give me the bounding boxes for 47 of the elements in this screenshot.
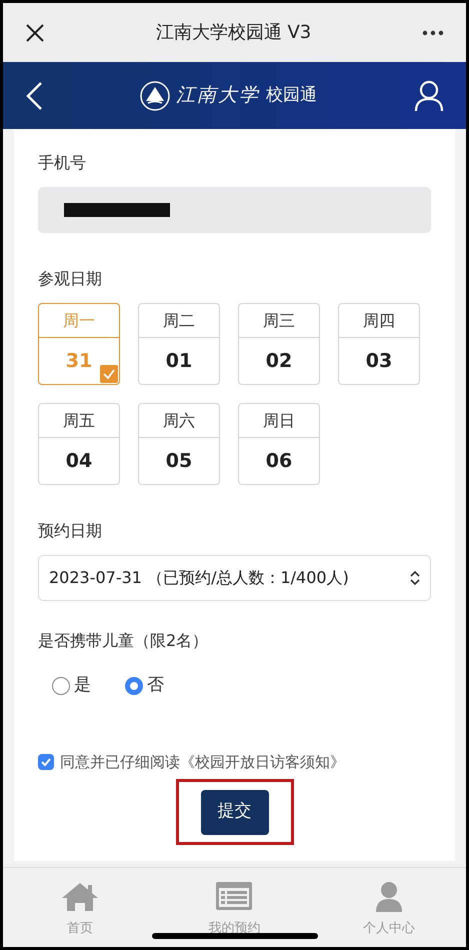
date-tile[interactable]: 周二 01: [138, 303, 220, 385]
weekday-label: 周四: [339, 304, 419, 338]
submit-button[interactable]: 提交: [200, 790, 268, 834]
checkbox[interactable]: [38, 754, 54, 770]
more-icon[interactable]: [422, 30, 444, 36]
list-icon: [214, 880, 254, 913]
weekday-label: 周五: [39, 404, 119, 438]
radio-button[interactable]: [52, 676, 70, 695]
check-badge-icon: [100, 365, 118, 383]
day-number: 03: [366, 348, 392, 374]
close-icon[interactable]: [25, 22, 45, 42]
radio-button[interactable]: [125, 676, 143, 695]
weekday-label: 周三: [239, 304, 319, 338]
date-tile[interactable]: 周六 05: [138, 403, 220, 485]
field-label: 参观日期: [38, 268, 103, 290]
weekday-label: 周一: [39, 304, 119, 338]
window-title: 江南大学校园通 V3: [154, 21, 312, 45]
date-select[interactable]: 2023-07-31 （已预约/总人数：1/400人): [38, 555, 431, 601]
radio-label: 否: [147, 674, 164, 697]
date-tile[interactable]: 周日 06: [238, 403, 320, 485]
weekday-label: 周日: [239, 404, 319, 438]
day-number: 05: [166, 448, 192, 474]
day-number: 04: [66, 448, 92, 474]
day-number: 01: [166, 348, 192, 374]
radio-label: 是: [74, 674, 91, 697]
day-number: 06: [266, 448, 292, 474]
phone-field[interactable]: [38, 187, 431, 233]
app-name: 校园通: [266, 84, 317, 107]
logo-text: 江南大学: [176, 83, 260, 108]
weekday-label: 周二: [139, 304, 219, 338]
field-label: 是否携带儿童（限2名）: [38, 630, 210, 652]
emblem-icon: [140, 80, 170, 110]
home-icon: [60, 880, 100, 913]
agreement-text: 同意并已仔细阅读《校园开放日访客须知》: [60, 752, 345, 772]
user-icon[interactable]: [414, 80, 444, 112]
day-number: 31: [66, 348, 92, 374]
sort-arrows-icon: [410, 571, 420, 585]
select-value: 2023-07-31 （已预约/总人数：1/400人): [49, 567, 350, 589]
weekday-label: 周六: [139, 404, 219, 438]
date-tile[interactable]: 周五 04: [38, 403, 120, 485]
field-label: 手机号: [38, 152, 87, 174]
back-icon[interactable]: [25, 80, 43, 110]
checkmark-icon: [40, 756, 52, 768]
field-label: 预约日期: [38, 520, 103, 542]
date-tile[interactable]: 周四 03: [338, 303, 420, 385]
day-number: 02: [266, 348, 292, 374]
date-tile[interactable]: 周三 02: [238, 303, 320, 385]
